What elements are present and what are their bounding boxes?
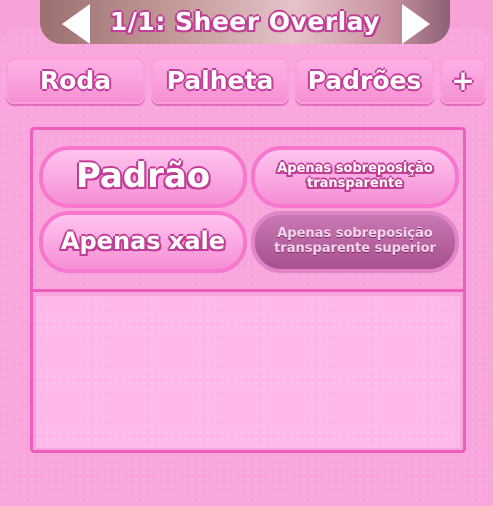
option-apenas-sobreposicao-transparente-superior-button[interactable]: Apenas sobreposição transparente superio… <box>251 211 459 273</box>
left-triangle-arrow-icon[interactable] <box>62 4 90 44</box>
title-bar: 1/1: Sheer Overlay <box>40 0 450 44</box>
divider <box>30 289 466 292</box>
right-triangle-arrow-icon[interactable] <box>402 4 430 44</box>
option-apenas-sobreposicao-transparente-button[interactable]: Apenas sobreposição transparente <box>251 146 459 208</box>
tab-roda[interactable]: Roda <box>6 58 145 104</box>
option-padrao-button[interactable]: Padrão <box>39 146 247 208</box>
tab-padroes[interactable]: Padrões <box>295 58 434 104</box>
plus-icon[interactable]: + <box>440 58 486 104</box>
empty-content-area <box>36 296 460 448</box>
page-title: 1/1: Sheer Overlay <box>109 7 381 36</box>
option-apenas-xale-button[interactable]: Apenas xale <box>39 211 247 273</box>
tab-palheta[interactable]: Palheta <box>151 58 289 104</box>
